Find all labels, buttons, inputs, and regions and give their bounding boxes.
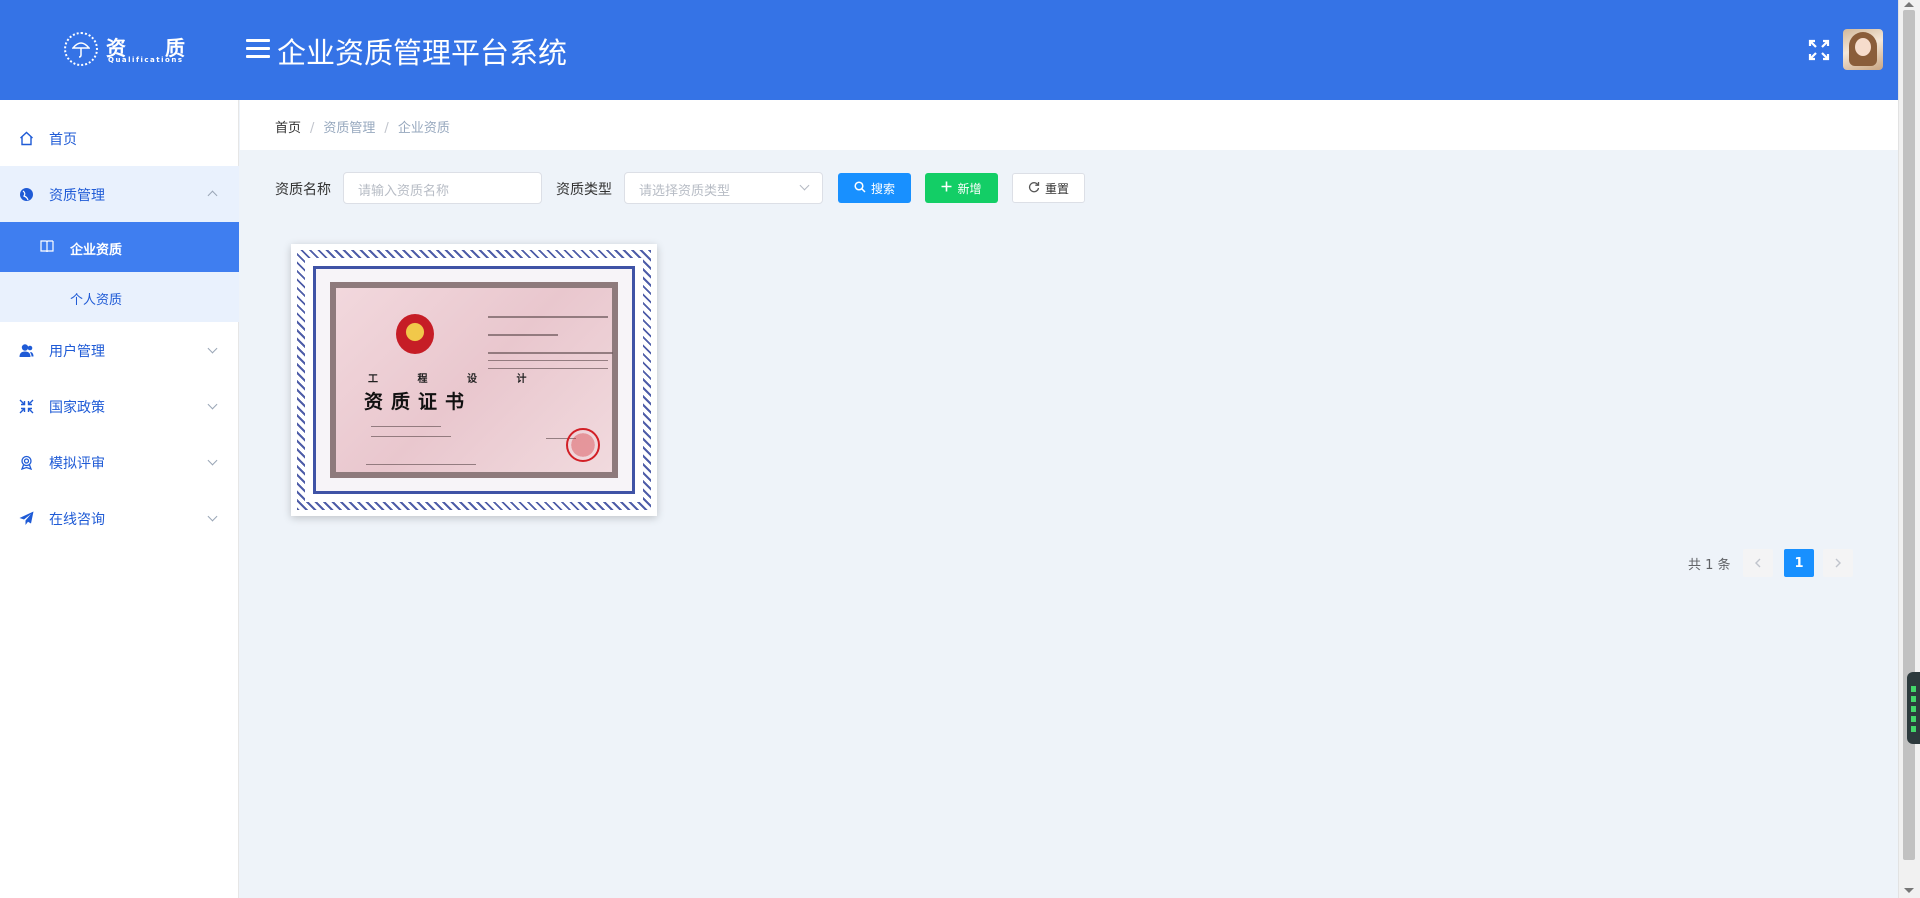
scroll-down-icon[interactable] [1904,888,1914,893]
sidebar-item-mock-review[interactable]: 模拟评审 [0,434,239,490]
send-icon [19,511,34,526]
sidebar-item-home[interactable]: 首页 [0,110,239,166]
qualification-name-input[interactable]: 请输入资质名称 [343,172,542,204]
breadcrumb: 首页 / 资质管理 / 企业资质 [275,121,450,136]
globe-icon [19,187,34,202]
top-header: 资 质 Qualifications 企业资质管理平台系统 [0,0,1898,100]
sidebar-item-qualification-management[interactable]: 资质管理 [0,166,239,222]
sidebar-item-user-management[interactable]: 用户管理 [0,322,239,378]
user-avatar[interactable] [1843,29,1883,70]
sidebar: 首页 资质管理 企业资质 个人资质 用户管理 国家政策 模拟评审 在线咨询 [0,100,239,898]
chevron-up-icon [207,190,218,201]
fullscreen-icon[interactable] [1808,39,1830,61]
chevron-left-icon [1755,558,1761,568]
search-button[interactable]: 搜索 [838,173,911,203]
chevron-down-icon [207,399,218,410]
search-button-label: 搜索 [870,181,895,196]
qualification-type-select[interactable]: 请选择资质类型 [624,172,823,204]
chevron-down-icon [207,511,218,522]
search-icon [854,180,866,196]
book-icon [40,239,54,253]
sidebar-item-online-consulting[interactable]: 在线咨询 [0,490,239,546]
users-icon [19,343,34,358]
chevron-down-icon [207,343,218,354]
scroll-up-icon[interactable] [1904,2,1914,7]
qualification-name-label: 资质名称 [275,182,331,198]
floating-widget-tab[interactable] [1907,672,1920,744]
qualification-card[interactable]: 工 程 设 计 资质证书 [291,244,657,516]
compress-icon [19,399,34,414]
refresh-icon [1028,181,1040,196]
chevron-right-icon [1835,558,1841,568]
umbrella-icon [64,32,98,66]
breadcrumb-qualification-management: 资质管理 [323,121,376,136]
sidebar-subitem-enterprise-qualification[interactable]: 企业资质 [0,222,239,272]
sidebar-item-label: 国家政策 [49,400,105,416]
app-title: 企业资质管理平台系统 [277,36,568,70]
qualification-type-label: 资质类型 [556,182,612,198]
pagination-total: 共 1 条 [1688,558,1731,573]
sidebar-item-label: 资质管理 [49,188,105,204]
certificate-image: 工 程 设 计 资质证书 [297,250,651,510]
certificate-title-line2: 资质证书 [364,391,473,413]
add-button[interactable]: 新增 [925,173,998,203]
reset-button[interactable]: 重置 [1012,173,1085,203]
chevron-down-icon [207,455,218,466]
national-emblem-icon [396,314,434,354]
breadcrumb-enterprise-qualification: 企业资质 [397,121,450,136]
sidebar-item-label: 在线咨询 [49,512,105,528]
breadcrumb-bar: 首页 / 资质管理 / 企业资质 [240,100,1898,150]
sidebar-item-label: 企业资质 [70,243,123,258]
pagination-prev-button[interactable] [1743,549,1773,577]
sidebar-item-label: 模拟评审 [49,456,105,472]
sidebar-item-national-policy[interactable]: 国家政策 [0,378,239,434]
plus-icon [941,181,952,195]
pagination-next-button[interactable] [1823,549,1853,577]
official-seal-icon [566,428,600,462]
sidebar-item-label: 个人资质 [70,293,123,308]
sidebar-subitem-personal-qualification[interactable]: 个人资质 [0,272,239,322]
menu-toggle-icon[interactable] [246,39,270,61]
certificate-title-line1: 工 程 设 计 [368,374,545,385]
reset-button-label: 重置 [1044,181,1069,196]
logo[interactable]: 资 质 Qualifications [62,30,185,70]
logo-subtitle: Qualifications [108,56,184,64]
pagination-page-1[interactable]: 1 [1784,549,1814,577]
sidebar-item-label: 首页 [49,132,77,148]
home-icon [19,131,34,146]
badge-icon [19,455,34,471]
breadcrumb-home[interactable]: 首页 [275,121,301,136]
add-button-label: 新增 [957,181,982,196]
sidebar-item-label: 用户管理 [49,344,105,360]
